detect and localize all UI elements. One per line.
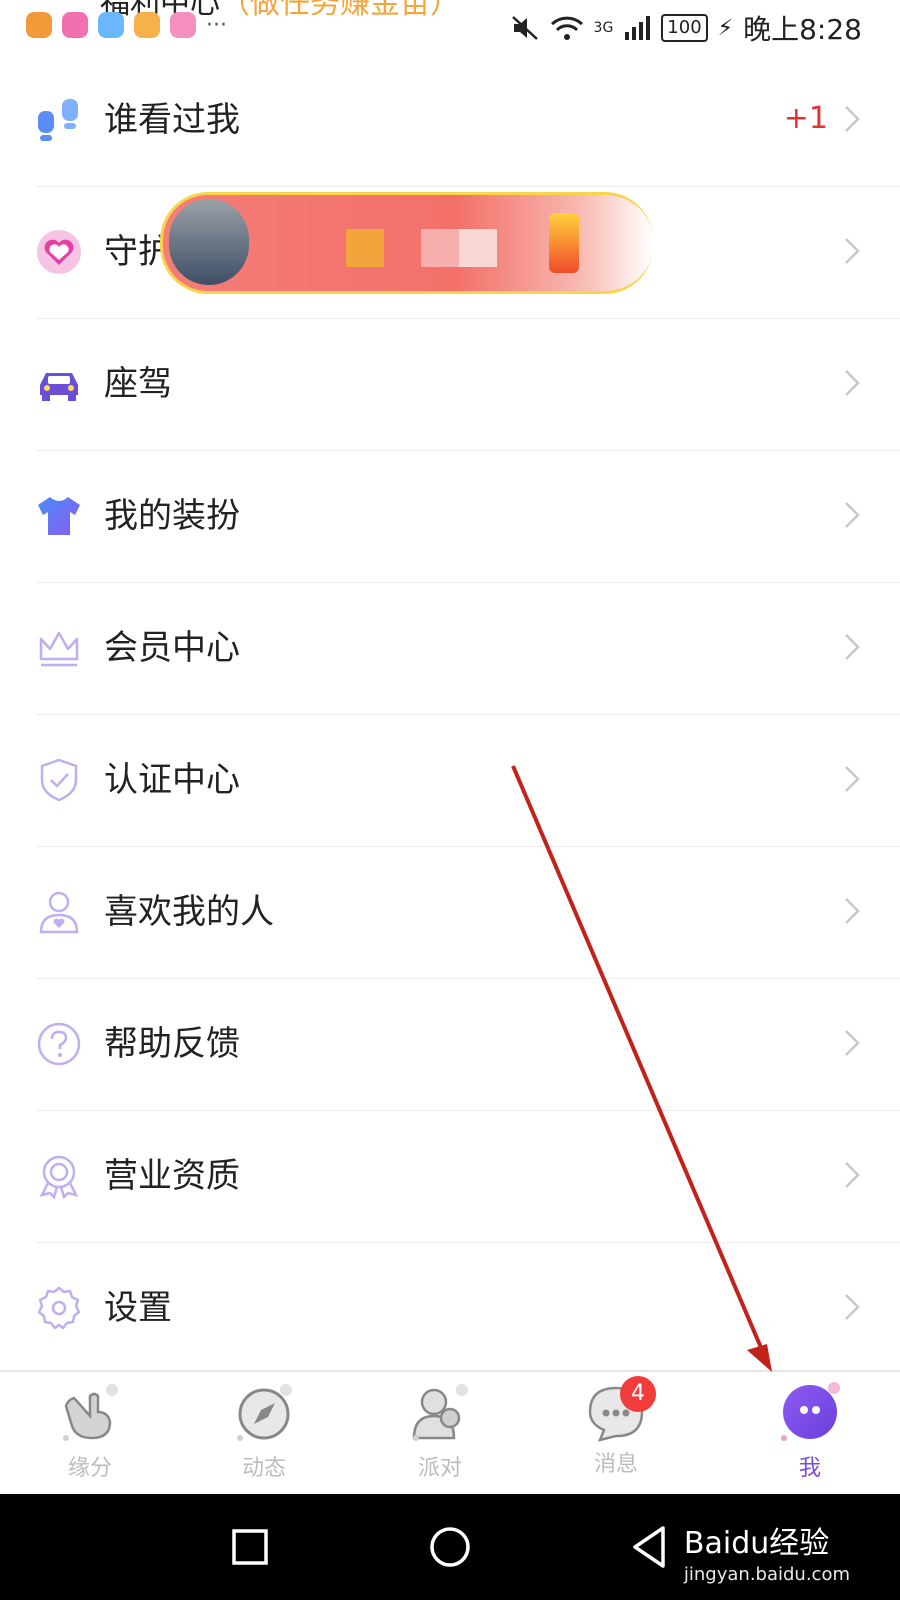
clock: 晚上8:28	[743, 13, 862, 46]
tab-label: 缘分	[67, 1456, 112, 1481]
hand-icon	[63, 1384, 118, 1441]
status-bar: 福利中心（做任务赚金苗） ··· 3G 100 ⚡ 晚上8:28	[0, 0, 900, 52]
menu-item-car[interactable]: 座驾	[36, 319, 900, 451]
chevron-right-icon	[845, 370, 860, 396]
baidu-jingyan-watermark: Baidu经验 jingyan.baidu.com	[684, 1518, 850, 1585]
car-icon	[40, 373, 78, 401]
menu-item-outfit[interactable]: 我的装扮	[36, 451, 900, 583]
chevron-right-icon	[845, 1294, 860, 1320]
menu-item-verify[interactable]: 认证中心	[36, 715, 900, 847]
obscured-content	[346, 229, 384, 267]
chat-icon-wrap: 4	[586, 1376, 656, 1444]
chevron-right-icon	[845, 106, 860, 132]
app-notification-icon	[98, 12, 124, 38]
new-visitor-count: +1	[783, 101, 828, 136]
gear-icon	[37, 1286, 81, 1330]
watermark-url: jingyan.baidu.com	[683, 1564, 850, 1585]
signal-icon	[625, 16, 651, 40]
firecracker-icon	[549, 213, 579, 273]
home-button[interactable]	[425, 1522, 475, 1572]
app-notification-icon	[62, 12, 88, 38]
user-heart-icon	[39, 891, 79, 934]
tshirt-icon	[38, 497, 80, 535]
chevron-right-icon	[845, 1162, 860, 1188]
menu-item-help[interactable]: 帮助反馈	[36, 979, 900, 1111]
menu-item-label: 帮助反馈	[104, 1024, 240, 1064]
chevron-right-icon	[845, 1030, 860, 1056]
menu-item-settings[interactable]: 设置	[36, 1243, 900, 1374]
menu-item-label: 喜欢我的人	[104, 892, 274, 932]
tab-me[interactable]: 我	[750, 1378, 870, 1496]
tab-messages[interactable]: 4 消息	[556, 1376, 676, 1496]
tab-fate[interactable]: 缘分	[30, 1378, 150, 1496]
menu-item-label: 设置	[104, 1288, 172, 1328]
chevron-right-icon	[845, 502, 860, 528]
profile-icon	[781, 1382, 840, 1441]
battery-indicator: 100	[661, 14, 708, 42]
menu-item-label: 座驾	[104, 364, 172, 404]
back-button[interactable]	[625, 1522, 675, 1572]
menu-item-label: 我的装扮	[104, 496, 240, 536]
app-notification-icon	[170, 12, 196, 38]
app-notification-icon	[26, 12, 52, 38]
menu-item-label: 认证中心	[104, 760, 240, 800]
notification-icons: ···	[26, 12, 227, 38]
menu-item-likes[interactable]: 喜欢我的人	[36, 847, 900, 979]
chevron-right-icon	[845, 238, 860, 264]
question-icon	[37, 1022, 81, 1066]
heart-icon	[37, 230, 81, 274]
charging-icon: ⚡	[717, 15, 734, 41]
footprints-icon	[38, 99, 78, 141]
obscured-content	[421, 229, 459, 267]
menu-item-visitors[interactable]: 谁看过我 +1	[36, 55, 900, 187]
avatar	[169, 199, 249, 285]
network-type: 3G	[593, 20, 614, 36]
menu-item-label: 谁看过我	[104, 100, 240, 140]
compass-icon	[237, 1384, 292, 1441]
shield-check-icon	[40, 758, 78, 802]
menu-item-label: 会员中心	[104, 628, 240, 668]
tab-label: 消息	[593, 1452, 638, 1477]
mute-icon	[511, 16, 538, 40]
gift-notification-banner[interactable]	[160, 192, 653, 294]
badge-ribbon-icon	[39, 1155, 79, 1199]
unread-badge: 4	[620, 1376, 656, 1412]
tab-moments[interactable]: 动态	[204, 1378, 324, 1496]
tab-label: 派对	[417, 1456, 462, 1481]
crown-icon	[39, 631, 79, 667]
bottom-tab-bar: 缘分 动态 派对 4 消息 我	[0, 1370, 900, 1496]
recent-apps-button[interactable]	[225, 1522, 275, 1572]
wifi-icon	[550, 16, 583, 40]
chevron-right-icon	[845, 898, 860, 924]
menu-item-vip[interactable]: 会员中心	[36, 583, 900, 715]
group-icon	[412, 1384, 468, 1441]
menu-item-license[interactable]: 营业资质	[36, 1111, 900, 1243]
more-notifications: ···	[206, 12, 227, 38]
tab-label: 我	[798, 1456, 821, 1481]
chevron-right-icon	[845, 634, 860, 660]
app-notification-icon	[134, 12, 160, 38]
status-indicators: 3G 100 ⚡ 晚上8:28	[510, 8, 862, 48]
watermark-brand: Baidu经验	[683, 1526, 830, 1561]
menu-item-label: 营业资质	[104, 1156, 240, 1196]
chevron-right-icon	[845, 766, 860, 792]
tab-party[interactable]: 派对	[380, 1378, 500, 1496]
tab-label: 动态	[241, 1456, 286, 1481]
obscured-content	[459, 229, 497, 267]
